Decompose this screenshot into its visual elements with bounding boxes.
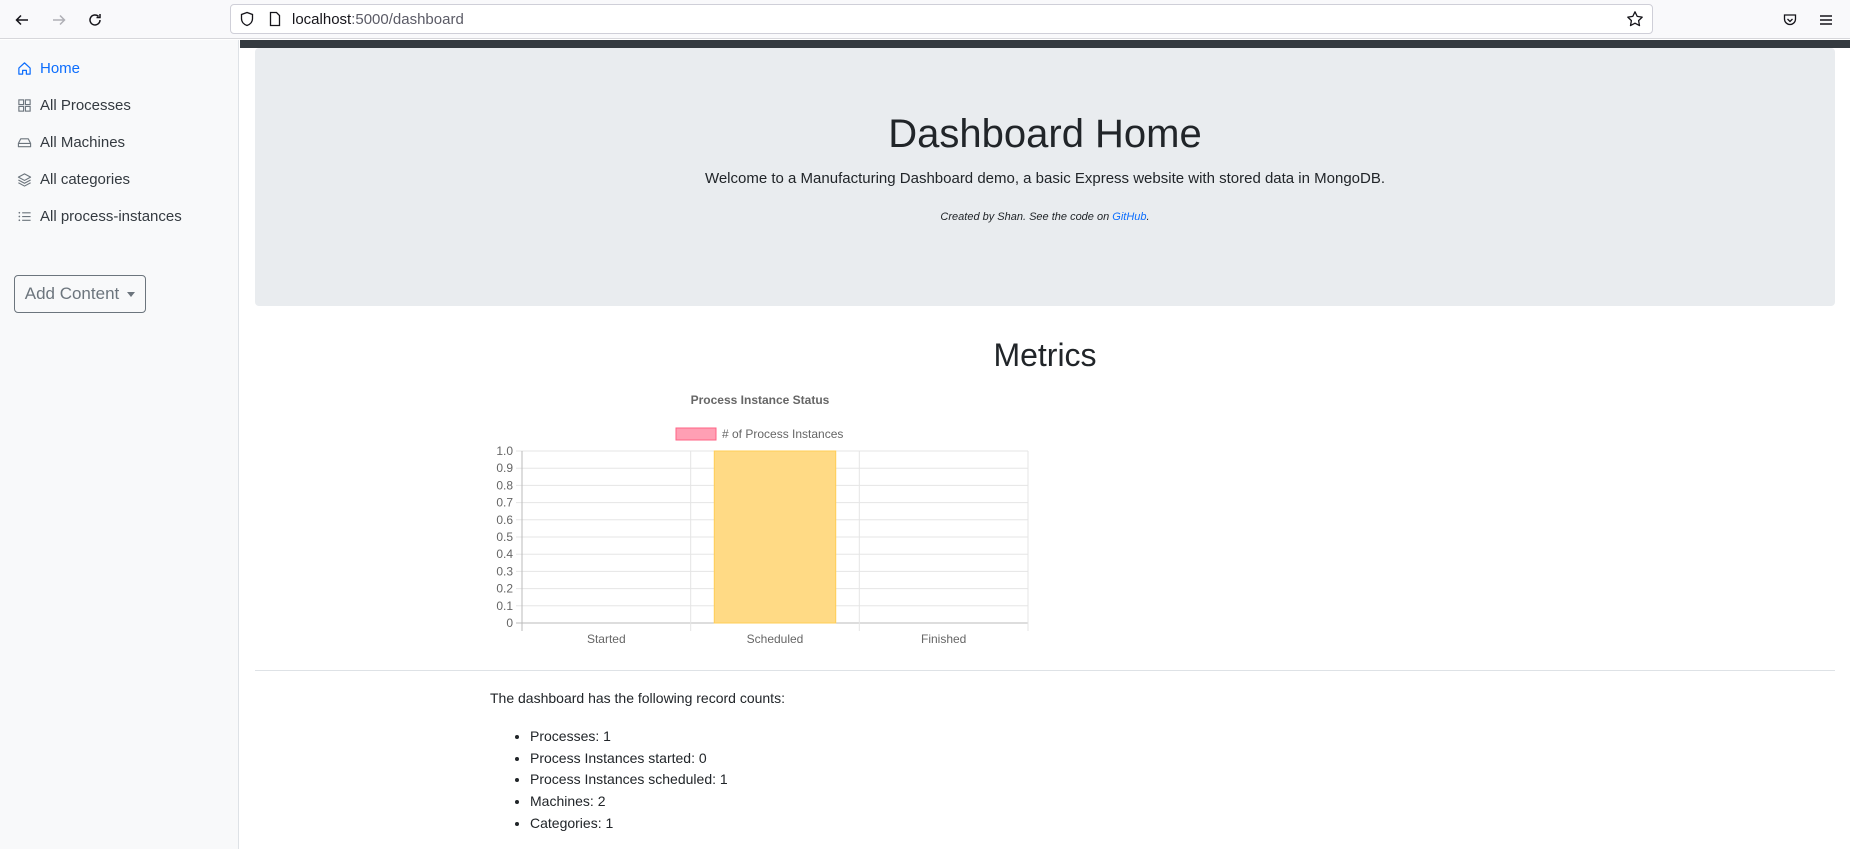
sidebar-item-label: All Machines	[40, 133, 126, 151]
chart-title: Process Instance Status	[691, 393, 830, 407]
counts-intro: The dashboard has the following record c…	[490, 690, 785, 706]
add-content-dropdown-button[interactable]: Add Content	[14, 275, 146, 313]
y-tick-label: 0.3	[496, 564, 513, 578]
y-tick-label: 0.7	[496, 496, 513, 510]
y-tick-label: 0.5	[496, 530, 513, 544]
y-tick-label: 0.4	[496, 547, 513, 561]
hero-lead: Welcome to a Manufacturing Dashboard dem…	[704, 170, 1386, 187]
bar-scheduled	[713, 450, 837, 624]
top-navbar	[240, 40, 1850, 48]
page-icon[interactable]	[267, 11, 283, 32]
add-content-label: Add Content	[24, 284, 120, 303]
list-icon	[16, 208, 32, 224]
sidebar-item-label: Home	[40, 59, 81, 77]
sidebar-item-all-categories[interactable]: All categories	[16, 167, 130, 191]
reload-icon[interactable]	[83, 8, 107, 32]
y-tick-label: 0.2	[496, 582, 513, 596]
credit-text: Created by Shan. See the code on	[940, 211, 1113, 223]
list-item: Categories: 1	[530, 813, 728, 835]
record-counts-list: Processes: 1 Process Instances started: …	[530, 726, 728, 834]
y-tick-label: 0.1	[496, 599, 513, 613]
x-tick-label: Finished	[921, 632, 966, 646]
sidebar-item-home[interactable]: Home	[16, 56, 80, 80]
x-tick-label: Scheduled	[747, 632, 804, 646]
y-tick-label: 0	[506, 616, 513, 630]
sidebar-item-all-process-instances[interactable]: All process-instances	[16, 204, 182, 228]
y-tick-label: 0.6	[496, 513, 513, 527]
menu-icon[interactable]	[1814, 8, 1838, 32]
credit-suffix: .	[1146, 211, 1150, 223]
layers-icon	[16, 171, 32, 187]
page-title: Dashboard Home	[888, 112, 1202, 156]
sidebar: Home All Processes All Machines All cate…	[0, 40, 239, 849]
back-icon[interactable]	[10, 8, 34, 32]
legend-label: # of Process Instances	[722, 427, 843, 441]
home-icon	[16, 60, 32, 76]
hero-jumbotron: Dashboard Home Welcome to a Manufacturin…	[255, 48, 1835, 306]
list-item: Machines: 2	[530, 791, 728, 813]
shield-icon[interactable]	[239, 11, 255, 32]
divider	[255, 670, 1835, 671]
sidebar-item-label: All process-instances	[40, 207, 182, 225]
github-link[interactable]: GitHub	[1112, 211, 1146, 223]
legend-swatch	[675, 427, 717, 441]
process-status-chart: Process Instance Status # of Process Inst…	[496, 393, 1029, 646]
y-tick-label: 0.9	[496, 461, 513, 475]
x-tick-label: Started	[587, 632, 626, 646]
sidebar-item-all-processes[interactable]: All Processes	[16, 93, 131, 117]
sidebar-item-label: All categories	[40, 170, 131, 188]
list-item: Process Instances scheduled: 1	[530, 769, 728, 791]
sidebar-item-all-machines[interactable]: All Machines	[16, 130, 125, 154]
list-item: Processes: 1	[530, 726, 728, 748]
metrics-title: Metrics	[993, 337, 1097, 373]
caret-down-icon	[127, 291, 136, 297]
browser-toolbar: localhost:5000/dashboard	[0, 0, 1850, 39]
grid-icon	[16, 97, 32, 113]
hero-credit: Created by Shan. See the code on GitHub.	[255, 211, 1835, 223]
y-tick-label: 0.8	[496, 478, 513, 492]
y-tick-label: 1.0	[496, 444, 513, 458]
url-text[interactable]: localhost:5000/dashboard	[292, 11, 464, 28]
sidebar-item-label: All Processes	[40, 96, 131, 114]
list-item: Process Instances started: 0	[530, 748, 728, 770]
forward-icon[interactable]	[47, 8, 71, 32]
bookmark-star-icon[interactable]	[1626, 10, 1644, 33]
hdd-icon	[16, 134, 32, 150]
url-bar[interactable]: localhost:5000/dashboard	[230, 4, 1653, 34]
pocket-icon[interactable]	[1778, 8, 1802, 32]
